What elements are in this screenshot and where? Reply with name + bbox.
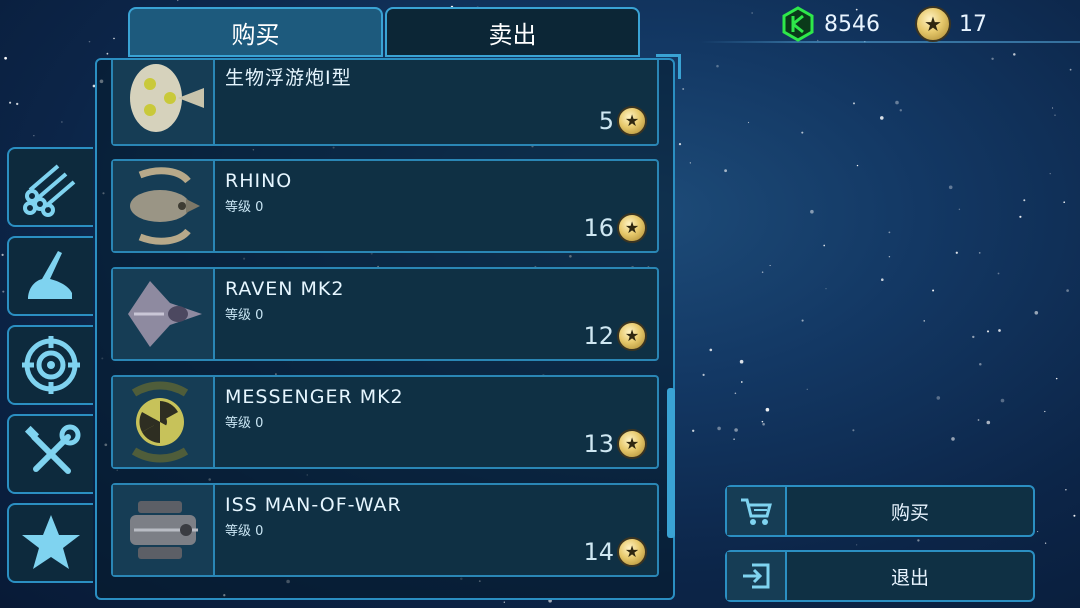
item-name: MESSENGER MK2 (225, 386, 404, 408)
item-level: 等级 0 (225, 416, 264, 431)
star-count: 17 (959, 11, 987, 37)
exit-button[interactable]: 退出 (725, 550, 1035, 602)
star-coin-icon: ★ (617, 321, 647, 351)
shop-tabs: 购买 卖出 (128, 7, 640, 57)
star-balance: ★ 17 (915, 6, 987, 42)
star-coin-icon: ★ (617, 429, 647, 459)
item-level: 等级 0 (225, 308, 264, 323)
buy-button-label: 购买 (890, 501, 929, 524)
list-item[interactable]: RHINO 等级 0 16 ★ (111, 159, 659, 253)
price-value: 14 (583, 538, 614, 566)
list-scrollbar[interactable] (667, 388, 675, 538)
exit-button-label: 退出 (890, 566, 929, 589)
messenger-ship-icon (113, 377, 215, 467)
category-missiles[interactable] (7, 147, 93, 227)
category-favorites[interactable] (7, 503, 93, 583)
hud-divider (700, 41, 1080, 43)
star-coin-icon: ★ (915, 6, 951, 42)
item-level: 等级 0 (225, 200, 264, 215)
wrench-screwdriver-icon (24, 424, 81, 474)
star-coin-icon: ★ (617, 106, 647, 136)
category-targeting[interactable] (7, 325, 93, 405)
item-name: RHINO (225, 170, 293, 192)
raven-ship-icon (113, 269, 215, 359)
tab-buy[interactable]: 购买 (128, 7, 383, 57)
crystal-count: 8546 (824, 11, 880, 37)
category-tools[interactable] (7, 414, 93, 494)
item-price: 5 ★ (599, 106, 647, 136)
list-item[interactable]: RAVEN MK2 等级 0 12 ★ (111, 267, 659, 361)
list-item[interactable]: 生物浮游炮I型 5 ★ (111, 60, 659, 146)
cart-icon (727, 487, 787, 535)
item-price: 16 ★ (583, 213, 647, 243)
item-name: RAVEN MK2 (225, 278, 345, 300)
tab-sell[interactable]: 卖出 (385, 7, 640, 57)
rhino-ship-icon (113, 161, 215, 251)
bio-drone-icon (113, 60, 215, 144)
missile-tubes-icon (23, 164, 76, 217)
list-item[interactable]: ISS MAN-OF-WAR 等级 0 14 ★ (111, 483, 659, 577)
crosshair-icon (22, 336, 80, 394)
item-price: 14 ★ (583, 537, 647, 567)
item-list[interactable]: 生物浮游炮I型 5 ★ RHINO 等级 0 16 ★ RAVEN MK2 等级… (111, 60, 659, 588)
crystal-balance: 8546 (780, 6, 880, 42)
item-price: 12 ★ (583, 321, 647, 351)
price-value: 16 (583, 214, 614, 242)
item-name: 生物浮游炮I型 (225, 67, 352, 89)
item-level: 等级 0 (225, 524, 264, 539)
green-crystal-icon (782, 6, 814, 42)
list-item[interactable]: MESSENGER MK2 等级 0 13 ★ (111, 375, 659, 469)
star-coin-icon: ★ (617, 537, 647, 567)
price-value: 5 (598, 107, 614, 135)
item-price: 13 ★ (583, 429, 647, 459)
exit-icon (727, 552, 787, 600)
star-coin-icon: ★ (617, 213, 647, 243)
price-value: 13 (583, 430, 614, 458)
ship-hull-icon (28, 251, 72, 299)
category-hull[interactable] (7, 236, 93, 316)
buy-button[interactable]: 购买 (725, 485, 1035, 537)
man-of-war-ship-icon (113, 485, 215, 575)
price-value: 12 (583, 322, 614, 350)
item-name: ISS MAN-OF-WAR (225, 494, 402, 516)
star-icon (22, 515, 80, 569)
